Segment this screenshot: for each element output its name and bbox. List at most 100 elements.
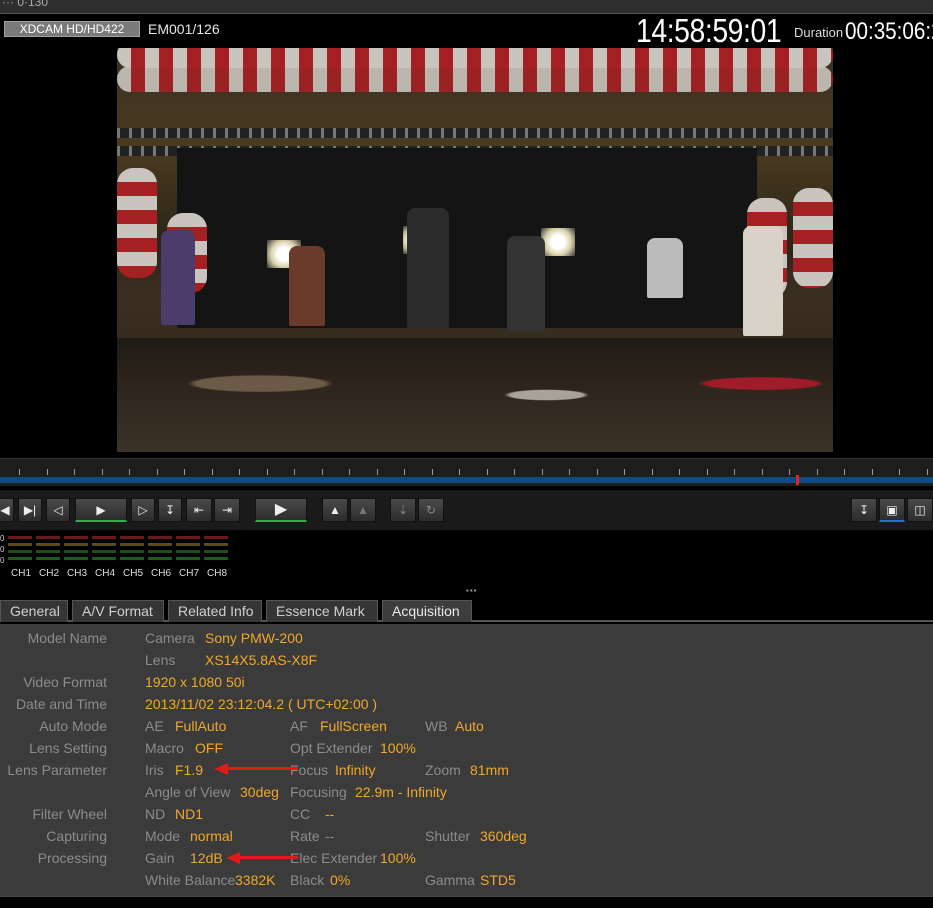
- format-badge: XDCAM HD/HD422: [4, 21, 140, 37]
- tab-acquisition[interactable]: Acquisition: [382, 600, 472, 622]
- timeline[interactable]: [0, 458, 933, 486]
- clip-name: EM001/126: [148, 21, 220, 37]
- opt-extender-label: Opt Extender: [290, 740, 373, 756]
- duration-value: 00:35:06:2: [845, 18, 933, 45]
- playhead[interactable]: [796, 475, 799, 485]
- gamma-label: Gamma: [425, 872, 475, 888]
- ruler-tick: [349, 469, 350, 475]
- gain-label: Gain: [145, 850, 175, 866]
- video-viewer[interactable]: [117, 48, 833, 452]
- meter-bar: [148, 536, 172, 539]
- channel-label: CH3: [67, 568, 88, 579]
- ruler-tick: [734, 469, 735, 475]
- tab-related-info[interactable]: Related Info: [168, 600, 262, 622]
- meter-bar: [64, 543, 88, 546]
- splitter-grip[interactable]: ▪▪▪: [466, 586, 478, 595]
- channel-label: CH5: [123, 568, 144, 579]
- row-label: Lens Setting: [29, 740, 107, 756]
- nd-value: ND1: [175, 806, 204, 822]
- meter-bar: [120, 550, 144, 553]
- step-forward-button[interactable]: ▷: [131, 498, 155, 522]
- af-value: FullScreen: [320, 718, 387, 734]
- snapshot-icon[interactable]: ◫: [907, 498, 933, 522]
- meter-bar: [36, 550, 60, 553]
- meter-bar: [8, 557, 32, 560]
- macro-value: OFF: [195, 740, 223, 756]
- white-balance-value: 3382K: [235, 872, 276, 888]
- ruler-tick: [47, 469, 48, 475]
- focus-label: Focus: [290, 762, 329, 778]
- musician: [289, 246, 325, 326]
- previous-clip-button[interactable]: ◀: [0, 498, 14, 522]
- jog-play-button[interactable]: ▶: [75, 498, 127, 522]
- ruler-tick: [789, 469, 790, 475]
- mode-label: Mode: [145, 828, 181, 844]
- audience: [117, 338, 833, 452]
- meter-bar: [148, 550, 172, 553]
- ruler-tick: [294, 469, 295, 475]
- musician: [743, 226, 783, 336]
- meter-bar: [64, 550, 88, 553]
- camera-label: Camera: [145, 630, 195, 646]
- eject-clear-icon[interactable]: ▲: [350, 498, 376, 522]
- annotation-arrow: [238, 856, 298, 859]
- meter-bar: [8, 550, 32, 553]
- ruler-tick: [569, 469, 570, 475]
- row-label: Model Name: [27, 630, 107, 646]
- timeline-track[interactable]: [0, 477, 933, 483]
- meter-zero-label: 0: [0, 556, 5, 565]
- elec-extender-value: 100%: [380, 850, 416, 866]
- shutter-value: 360deg: [480, 828, 527, 844]
- go-to-out-button[interactable]: ⇥: [214, 498, 240, 522]
- row-label: Lens Parameter: [7, 762, 107, 778]
- rate-label: Rate: [290, 828, 320, 844]
- duration-label: Duration: [794, 25, 844, 40]
- meter-bar: [148, 543, 172, 546]
- tab-general[interactable]: General: [0, 600, 68, 622]
- camera-value: Sony PMW-200: [205, 630, 303, 646]
- meter-bar: [148, 557, 172, 560]
- ae-label: AE: [145, 718, 164, 734]
- preview-icon[interactable]: ▣: [879, 498, 905, 522]
- audio-meters: 0 0 0 CH1 CH2 CH3 CH4 CH5 CH6 CH7 CH8: [0, 532, 933, 584]
- ruler-tick: [377, 469, 378, 475]
- elec-extender-label: Elec Extender: [290, 850, 378, 866]
- ruler-tick: [514, 469, 515, 475]
- go-to-in-button[interactable]: ⇤: [186, 498, 212, 522]
- tab-av-format[interactable]: A/V Format: [72, 600, 164, 622]
- stage-truss: [117, 128, 833, 138]
- musician: [647, 238, 683, 298]
- ruler-tick: [432, 469, 433, 475]
- meter-bar: [204, 543, 228, 546]
- gamma-value: STD5: [480, 872, 516, 888]
- opt-extender-value: 100%: [380, 740, 416, 756]
- play-button[interactable]: ▶: [255, 498, 307, 522]
- next-clip-button[interactable]: ▶|: [18, 498, 42, 522]
- download-icon[interactable]: ⇣: [390, 498, 416, 522]
- row-label: Filter Wheel: [32, 806, 107, 822]
- ruler-tick: [872, 469, 873, 475]
- tab-essence-mark[interactable]: Essence Mark: [266, 600, 378, 622]
- mark-clear-button[interactable]: ↧: [158, 498, 182, 522]
- refresh-icon[interactable]: ↻: [418, 498, 444, 522]
- meter-bar: [176, 557, 200, 560]
- black-value: 0%: [330, 872, 351, 888]
- row-label: Date and Time: [15, 696, 107, 712]
- macro-label: Macro: [145, 740, 184, 756]
- meter-bar: [120, 557, 144, 560]
- ruler-tick: [762, 469, 763, 475]
- musician: [507, 236, 545, 331]
- channel-label: CH8: [207, 568, 228, 579]
- meter-bar: [204, 536, 228, 539]
- focusing-label: Focusing: [290, 784, 347, 800]
- balloon-decoration: [117, 66, 833, 92]
- meter-bar: [204, 550, 228, 553]
- ruler-tick: [679, 469, 680, 475]
- step-back-button[interactable]: ◁: [46, 498, 70, 522]
- annotation-arrow: [226, 767, 298, 770]
- rate-value: --: [325, 828, 335, 844]
- shutter-label: Shutter: [425, 828, 471, 844]
- gain-value: 12dB: [190, 850, 223, 866]
- eject-icon[interactable]: ▲: [322, 498, 348, 522]
- export-icon[interactable]: ↧: [851, 498, 877, 522]
